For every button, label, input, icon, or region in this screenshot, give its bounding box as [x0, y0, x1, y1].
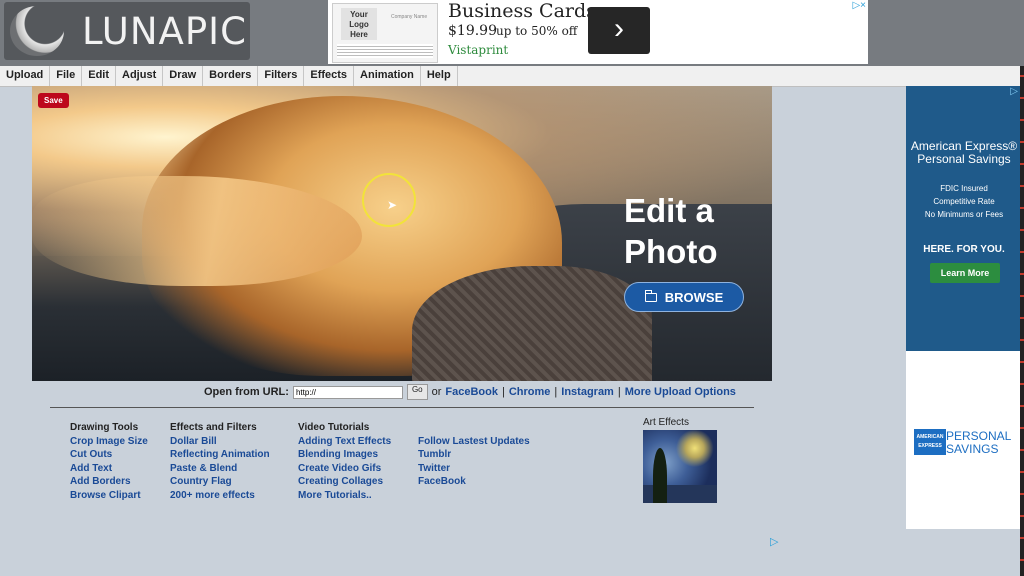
upload-instagram-link[interactable]: Instagram [561, 386, 614, 398]
hero-banner[interactable]: Save ➤ Edit a Photo BROWSE [32, 86, 772, 381]
link-dollar-bill[interactable]: Dollar Bill [170, 435, 270, 449]
link-create-video-gifs[interactable]: Create Video Gifs [298, 462, 391, 476]
ad-feature: FDIC Insured [940, 184, 988, 193]
ad-brand: Vistaprint [448, 43, 509, 57]
separator: | [501, 386, 505, 398]
browse-button[interactable]: BROWSE [624, 282, 744, 312]
link-paste-blend[interactable]: Paste & Blend [170, 462, 270, 476]
card-company-name: Company Name [391, 14, 428, 20]
business-card-image: Your Logo Here Company Name [332, 3, 438, 63]
open-from-url-label: Open from URL: [204, 386, 289, 398]
amex-savings-ad[interactable]: ▷ American Express® Personal Savings FDI… [906, 86, 1020, 351]
ad-text-line2: SAVINGS [946, 442, 999, 456]
ad-text: PERSONAL SAVINGS [946, 430, 1011, 456]
ad-next-arrow-icon[interactable]: › [588, 7, 650, 54]
link-browse-clipart[interactable]: Browse Clipart [70, 489, 148, 503]
section-divider [50, 407, 754, 408]
menu-edit[interactable]: Edit [82, 66, 117, 86]
art-effects-label: Art Effects [643, 417, 689, 428]
hero-photo-sweater [412, 266, 652, 381]
video-tutorials-column: Video Tutorials Adding Text Effects Blen… [298, 421, 391, 502]
mouse-cursor-icon: ➤ [387, 198, 398, 212]
column-heading: Drawing Tools [70, 422, 139, 433]
menu-draw[interactable]: Draw [163, 66, 204, 86]
menu-animation[interactable]: Animation [354, 66, 421, 86]
link-more-tutorials[interactable]: More Tutorials.. [298, 489, 391, 503]
menu-borders[interactable]: Borders [203, 66, 259, 86]
link-reflecting-animation[interactable]: Reflecting Animation [170, 448, 270, 462]
amex-personal-savings-ad[interactable]: AMERICAN EXPRESS PERSONAL SAVINGS [906, 351, 1020, 529]
pinterest-save-button[interactable]: Save [38, 93, 69, 108]
ad-feature: No Minimums or Fees [924, 210, 1004, 219]
main-menu-bar: Upload File Edit Adjust Draw Borders Fil… [0, 66, 1020, 87]
separator: | [617, 386, 621, 398]
card-text-lines [337, 44, 433, 58]
open-from-url-row: Open from URL: Go or FaceBook | Chrome |… [204, 384, 736, 400]
link-tumblr[interactable]: Tumblr [418, 448, 530, 462]
drawing-tools-column: Drawing Tools Crop Image Size Cut Outs A… [70, 421, 148, 502]
upload-facebook-link[interactable]: FaceBook [445, 386, 498, 398]
menu-file[interactable]: File [50, 66, 83, 86]
ad-tagline: HERE. FOR YOU. [923, 244, 1005, 255]
menu-upload[interactable]: Upload [0, 66, 51, 86]
ad-features: FDIC Insured Competitive Rate No Minimum… [908, 182, 1020, 221]
adchoices-icon[interactable]: ▷× [852, 0, 866, 11]
art-cypress-tree [653, 448, 667, 503]
folder-icon [644, 289, 657, 302]
menu-filters[interactable]: Filters [258, 66, 305, 86]
ad-headline-line2: Personal Savings [917, 152, 1011, 166]
effects-filters-column: Effects and Filters Dollar Bill Reflecti… [170, 421, 270, 502]
column-heading: Video Tutorials [298, 422, 370, 433]
amex-logo: AMERICAN EXPRESS [914, 429, 946, 455]
follow-column: Follow Lastest Updates Tumblr Twitter Fa… [418, 435, 530, 489]
learn-more-button[interactable]: Learn More [930, 263, 1000, 283]
separator: | [554, 386, 558, 398]
hero-title-line2: Photo [624, 233, 718, 270]
link-adding-text-effects[interactable]: Adding Text Effects [298, 435, 391, 449]
upload-chrome-link[interactable]: Chrome [509, 386, 551, 398]
go-button[interactable]: Go [406, 384, 428, 400]
link-more-effects[interactable]: 200+ more effects [170, 489, 270, 503]
link-crop-image-size[interactable]: Crop Image Size [70, 435, 148, 449]
ad-offer: up to 50% off [496, 24, 578, 38]
link-creating-collages[interactable]: Creating Collages [298, 475, 391, 489]
ad-price: $19.99 [448, 23, 497, 39]
hero-title-line1: Edit a [624, 192, 714, 229]
card-logo-placeholder: Your Logo Here [341, 8, 377, 40]
link-twitter[interactable]: Twitter [418, 462, 530, 476]
right-edge-strip [1020, 66, 1024, 576]
top-bar: LUNAPIC Your Logo Here Company Name Busi… [0, 0, 1024, 66]
link-country-flag[interactable]: Country Flag [170, 475, 270, 489]
business-cards-ad[interactable]: Your Logo Here Company Name Business Car… [328, 0, 868, 64]
link-facebook[interactable]: FaceBook [418, 475, 530, 489]
ad-headline: American Express® Personal Savings [908, 140, 1020, 166]
ad-headline: Business Cards [448, 0, 596, 22]
menu-effects[interactable]: Effects [304, 66, 355, 86]
ad-feature: Competitive Rate [933, 197, 995, 206]
or-text: or [431, 386, 442, 398]
link-add-borders[interactable]: Add Borders [70, 475, 148, 489]
url-input[interactable] [292, 385, 403, 399]
moon-icon [10, 6, 64, 56]
art-effects-thumbnail[interactable] [643, 430, 717, 503]
column-heading: Effects and Filters [170, 422, 257, 433]
link-add-text[interactable]: Add Text [70, 462, 148, 476]
menu-help[interactable]: Help [421, 66, 458, 86]
browse-label: BROWSE [664, 289, 724, 305]
link-blending-images[interactable]: Blending Images [298, 448, 391, 462]
more-upload-options-link[interactable]: More Upload Options [625, 386, 736, 398]
menu-adjust[interactable]: Adjust [116, 66, 164, 86]
logo-text: LUNAPIC [82, 10, 247, 53]
link-cut-outs[interactable]: Cut Outs [70, 448, 148, 462]
adchoices-icon[interactable]: ▷ [1010, 86, 1018, 97]
link-follow-updates[interactable]: Follow Lastest Updates [418, 435, 530, 449]
adchoices-icon[interactable]: ▷ [770, 535, 778, 548]
hero-title: Edit a Photo [624, 190, 717, 272]
lunapic-logo[interactable]: LUNAPIC [4, 2, 250, 60]
